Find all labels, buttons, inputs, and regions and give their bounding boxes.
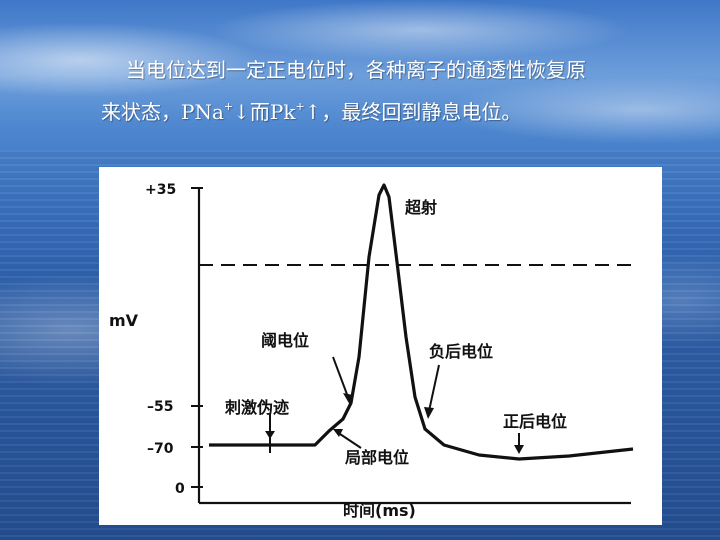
- label-stimulus-artifact: 刺激伪迹: [224, 398, 289, 417]
- label-local-potential: 局部电位: [345, 448, 409, 467]
- tick-label-plus35: +35: [145, 182, 176, 198]
- action-potential-figure: +35 –55 –70 0 mV 时间(ms) 超射 阈电位 负后电位 刺激伪迹…: [99, 167, 662, 525]
- slide-text-2c: ↑，最终回到静息电位。: [304, 100, 522, 124]
- sup-plus-2: +: [295, 100, 305, 113]
- slide-text-1: 当电位达到一定正电位时，各种离子的通透性恢复原: [126, 58, 586, 82]
- label-overshoot: 超射: [404, 198, 437, 217]
- threshold-arrow: [332, 356, 349, 398]
- action-potential-diagram: +35 –55 –70 0 mV 时间(ms) 超射 阈电位 负后电位 刺激伪迹…: [109, 182, 634, 520]
- label-positive-after: 正后电位: [503, 412, 567, 431]
- label-negative-after: 负后电位: [429, 342, 493, 361]
- tick-label-minus55: –55: [147, 399, 173, 415]
- tick-label-minus70: –70: [147, 441, 174, 457]
- tick-label-zero: 0: [175, 481, 185, 497]
- negative-after-arrowhead: [424, 407, 434, 419]
- sup-plus-1: +: [223, 100, 234, 113]
- slide-text-2a: 来状态，PNa: [101, 100, 224, 124]
- slide-text-2b: ↓而Pk: [233, 100, 296, 124]
- negative-after-arrow: [428, 364, 440, 412]
- action-potential-curve: [209, 183, 634, 461]
- positive-after-arrowhead: [514, 445, 524, 454]
- stimulus-artifact-arrowhead: [265, 431, 275, 439]
- slide-text-line-1: 当电位达到一定正电位时，各种离子的通透性恢复原: [0, 54, 720, 94]
- slide-text-2: 来状态，PNa+↓而Pk+↑，最终回到静息电位。: [101, 96, 521, 125]
- y-axis-label: mV: [109, 311, 139, 330]
- slide-text-line-2: 来状态，PNa+↓而Pk+↑，最终回到静息电位。: [0, 96, 720, 136]
- x-axis-label: 时间(ms): [343, 501, 416, 520]
- label-threshold: 阈电位: [261, 331, 309, 350]
- local-potential-arrow: [336, 431, 362, 449]
